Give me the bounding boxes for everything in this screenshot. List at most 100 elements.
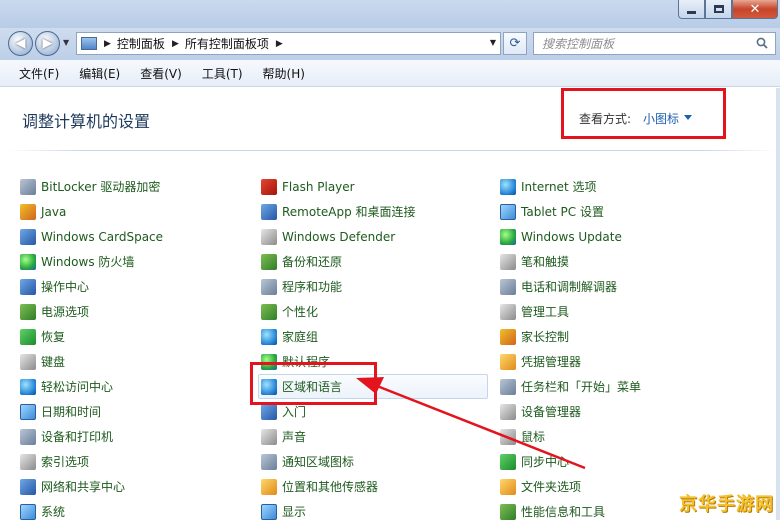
menu-edit[interactable]: 编辑(E): [76, 63, 123, 84]
cp-item-indexing[interactable]: 索引选项: [20, 449, 163, 474]
cp-item-homegroup[interactable]: 家庭组: [261, 324, 488, 349]
back-button[interactable]: ◀: [8, 31, 33, 56]
windows-update-icon: [500, 228, 516, 245]
forward-button[interactable]: ▶: [35, 31, 60, 56]
cp-item-java[interactable]: Java: [20, 199, 163, 224]
cp-item-pen-touch[interactable]: 笔和触摸: [500, 249, 641, 274]
navigation-bar: ◀ ▶ ▼ ▶ 控制面板 ▶ 所有控制面板项 ▶ ▼ ⟳: [0, 28, 780, 60]
refresh-button[interactable]: ⟳: [503, 32, 527, 55]
cp-item-devices-printers[interactable]: 设备和打印机: [20, 424, 163, 449]
cp-item-label: 个性化: [282, 305, 319, 319]
cp-item-performance[interactable]: 性能信息和工具: [500, 499, 641, 520]
remote-desktop-icon: [261, 203, 277, 220]
cp-item-flash-player[interactable]: Flash Player: [261, 174, 488, 199]
cp-item-recovery[interactable]: 恢复: [20, 324, 163, 349]
cp-item-label: 声音: [282, 430, 307, 444]
cp-item-label: Windows Update: [521, 229, 622, 244]
cp-item-label: 文件夹选项: [521, 480, 582, 494]
cp-item-phone-modem[interactable]: 电话和调制解调器: [500, 274, 641, 299]
cp-item-label: 管理工具: [521, 305, 570, 319]
cp-item-label: Windows Defender: [282, 229, 396, 244]
cp-item-label: 恢复: [41, 330, 66, 344]
close-button[interactable]: ✕: [732, 0, 778, 19]
cp-item-label: BitLocker 驱动器加密: [41, 180, 161, 194]
cp-item-defender[interactable]: Windows Defender: [261, 224, 488, 249]
firewall-icon: [20, 253, 36, 270]
cp-item-label: 备份和还原: [282, 255, 343, 269]
menu-view[interactable]: 查看(V): [137, 63, 185, 84]
cp-item-label: 程序和功能: [282, 280, 343, 294]
cp-item-cardspace[interactable]: Windows CardSpace: [20, 224, 163, 249]
cp-item-label: 显示: [282, 505, 307, 519]
menu-file[interactable]: 文件(F): [16, 63, 62, 84]
cp-item-label: 家庭组: [282, 330, 319, 344]
cp-item-network-sharing[interactable]: 网络和共享中心: [20, 474, 163, 499]
cp-item-label: Tablet PC 设置: [521, 205, 604, 219]
breadcrumb-all-items[interactable]: 所有控制面板项: [185, 35, 269, 52]
control-panel-icon: [81, 37, 97, 50]
forward-arrow-icon: ▶: [42, 36, 53, 51]
credential-icon: [500, 353, 516, 370]
address-bar[interactable]: ▶ 控制面板 ▶ 所有控制面板项 ▶ ▼: [76, 32, 501, 55]
chevron-right-icon[interactable]: ▶: [276, 39, 283, 49]
address-dropdown-icon[interactable]: ▼: [490, 38, 496, 47]
chevron-right-icon[interactable]: ▶: [104, 39, 111, 49]
cp-item-label: 索引选项: [41, 455, 90, 469]
cp-item-programs-features[interactable]: 程序和功能: [261, 274, 488, 299]
performance-icon: [500, 503, 516, 520]
cp-item-label: 系统: [41, 505, 66, 519]
cp-item-parental-controls[interactable]: 家长控制: [500, 324, 641, 349]
maximize-icon: [713, 5, 724, 13]
cp-item-label: 设备和打印机: [41, 430, 114, 444]
cp-item-internet-options[interactable]: Internet 选项: [500, 174, 641, 199]
divider: [8, 150, 776, 151]
cp-item-admin-tools[interactable]: 管理工具: [500, 299, 641, 324]
backup-icon: [261, 253, 277, 270]
cp-item-windows-update[interactable]: Windows Update: [500, 224, 641, 249]
cp-item-label: 入门: [282, 405, 307, 419]
cp-item-label: 电话和调制解调器: [521, 280, 618, 294]
arrow-shaft: [371, 382, 586, 470]
cp-item-firewall[interactable]: Windows 防火墙: [20, 249, 163, 274]
getting-started-icon: [261, 403, 277, 420]
speaker-icon: [261, 428, 277, 445]
menu-help[interactable]: 帮助(H): [260, 63, 308, 84]
cp-item-label: 操作中心: [41, 280, 90, 294]
network-icon: [20, 478, 36, 495]
cp-item-label: Java: [41, 204, 67, 219]
cp-item-bitlocker[interactable]: BitLocker 驱动器加密: [20, 174, 163, 199]
search-icon[interactable]: [756, 37, 768, 49]
recent-pages-dropdown[interactable]: ▼: [63, 38, 69, 47]
breadcrumb-control-panel[interactable]: 控制面板: [117, 35, 165, 52]
chevron-right-icon[interactable]: ▶: [172, 39, 179, 49]
homegroup-icon: [261, 328, 277, 345]
search-box[interactable]: [533, 32, 776, 55]
calendar-icon: [20, 403, 36, 420]
cp-item-date-time[interactable]: 日期和时间: [20, 399, 163, 424]
close-icon: ✕: [749, 1, 761, 17]
cp-item-display[interactable]: 显示: [261, 499, 488, 520]
cp-item-label: 键盘: [41, 355, 66, 369]
cp-item-label: Windows CardSpace: [41, 229, 164, 244]
cp-item-power[interactable]: 电源选项: [20, 299, 163, 324]
cp-item-keyboard[interactable]: 键盘: [20, 349, 163, 374]
maximize-button[interactable]: [705, 0, 732, 19]
cp-item-backup-restore[interactable]: 备份和还原: [261, 249, 488, 274]
internet-options-icon: [500, 178, 516, 195]
cp-item-ease-of-access[interactable]: 轻松访问中心: [20, 374, 163, 399]
cp-item-action-center[interactable]: 操作中心: [20, 274, 163, 299]
cp-item-label: 笔和触摸: [521, 255, 570, 269]
admin-tools-icon: [500, 303, 516, 320]
cardspace-icon: [20, 228, 36, 245]
flag-icon: [20, 278, 36, 295]
notification-area-icon: [261, 453, 277, 470]
computer-icon: [20, 503, 36, 520]
search-input[interactable]: [542, 36, 742, 51]
cp-item-tablet-pc[interactable]: Tablet PC 设置: [500, 199, 641, 224]
minimize-button[interactable]: [678, 0, 705, 19]
cp-item-personalization[interactable]: 个性化: [261, 299, 488, 324]
cp-item-remoteapp[interactable]: RemoteApp 和桌面连接: [261, 199, 488, 224]
cp-item-system[interactable]: 系统: [20, 499, 163, 520]
menu-tools[interactable]: 工具(T): [199, 63, 246, 84]
refresh-icon: ⟳: [509, 36, 521, 51]
